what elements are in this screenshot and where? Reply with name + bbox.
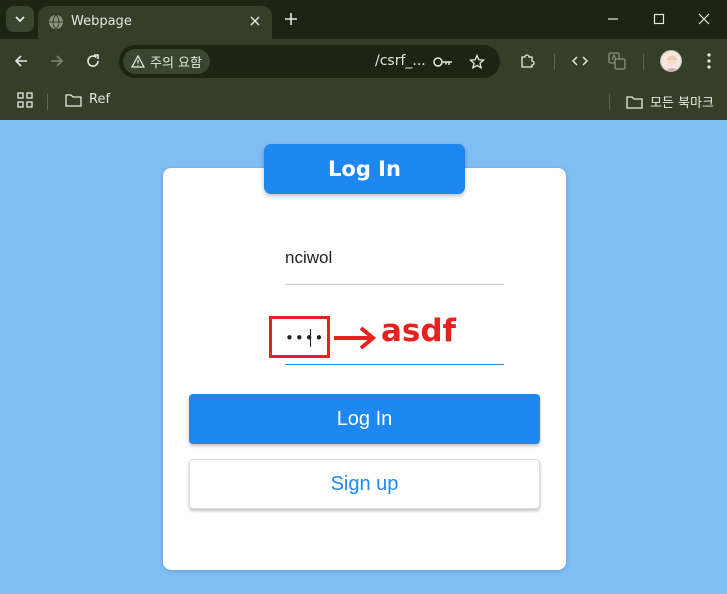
security-chip[interactable]: 주의 요함 [123,49,210,74]
translate-button[interactable] [607,51,627,71]
bookmark-folder-label: Ref [89,92,111,107]
bookmarks-divider [47,94,48,110]
login-card-title: Log In [264,144,465,194]
reload-icon [87,54,99,67]
arrow-left-icon [14,55,27,67]
chrome-menu-button[interactable] [699,51,719,71]
bookmarks-divider [609,94,610,110]
login-card [163,168,566,570]
apps-grid-icon [17,92,33,108]
all-bookmarks-button[interactable]: 모든 북마크 [626,92,714,111]
back-button[interactable] [11,51,31,71]
bookmark-folder-ref[interactable]: Ref [65,92,110,107]
chevron-down-icon [15,16,25,23]
close-icon [250,16,260,26]
star-icon [469,54,485,70]
globe-icon [49,14,63,30]
profile-icon [665,55,679,71]
tab-search-button[interactable] [6,6,34,32]
annotation-highlight-box [269,316,330,358]
tab-close-button[interactable] [246,12,264,30]
toolbar-divider [643,54,644,70]
warning-icon [131,55,145,68]
password-key-button[interactable] [433,52,453,72]
bookmarks-bar: Ref 모든 북마크 [0,84,727,120]
minimize-icon [608,18,618,20]
tab-title: Webpage [71,14,132,29]
puzzle-icon [521,54,535,68]
username-field[interactable] [285,240,504,285]
minimize-button[interactable] [604,10,622,28]
browser-toolbar: 주의 요함 /csrf_... [0,39,727,84]
maximize-button[interactable] [650,10,668,28]
translate-icon [608,52,626,70]
login-button[interactable]: Log In [189,394,540,444]
address-bar[interactable]: 주의 요함 /csrf_... [119,45,500,78]
reload-button[interactable] [83,51,103,71]
window-close-button[interactable] [695,10,713,28]
bookmark-star-button[interactable] [467,52,487,72]
apps-button[interactable] [17,92,33,108]
signup-button[interactable]: Sign up [189,459,540,509]
browser-titlebar: Webpage [0,0,727,39]
annotation-label: asdf [381,313,457,349]
folder-icon [626,95,643,109]
plus-icon [285,13,297,25]
devtools-button[interactable] [570,51,590,71]
key-icon [433,57,452,67]
arrow-right-icon [51,55,64,67]
folder-icon [65,93,82,107]
forward-button[interactable] [47,51,67,71]
url-text: /csrf_... [375,53,426,69]
close-icon [698,13,710,25]
new-tab-button[interactable] [282,10,300,28]
more-vert-icon [707,53,711,69]
code-icon [572,56,588,66]
browser-tab[interactable]: Webpage [38,6,272,39]
maximize-icon [653,13,665,25]
username-input[interactable] [285,240,504,276]
security-label: 주의 요함 [150,56,202,71]
extensions-button[interactable] [517,51,537,71]
annotation-arrow-icon [334,326,377,350]
toolbar-divider [554,54,555,70]
profile-avatar[interactable] [660,50,682,72]
all-bookmarks-label: 모든 북마크 [650,96,714,111]
